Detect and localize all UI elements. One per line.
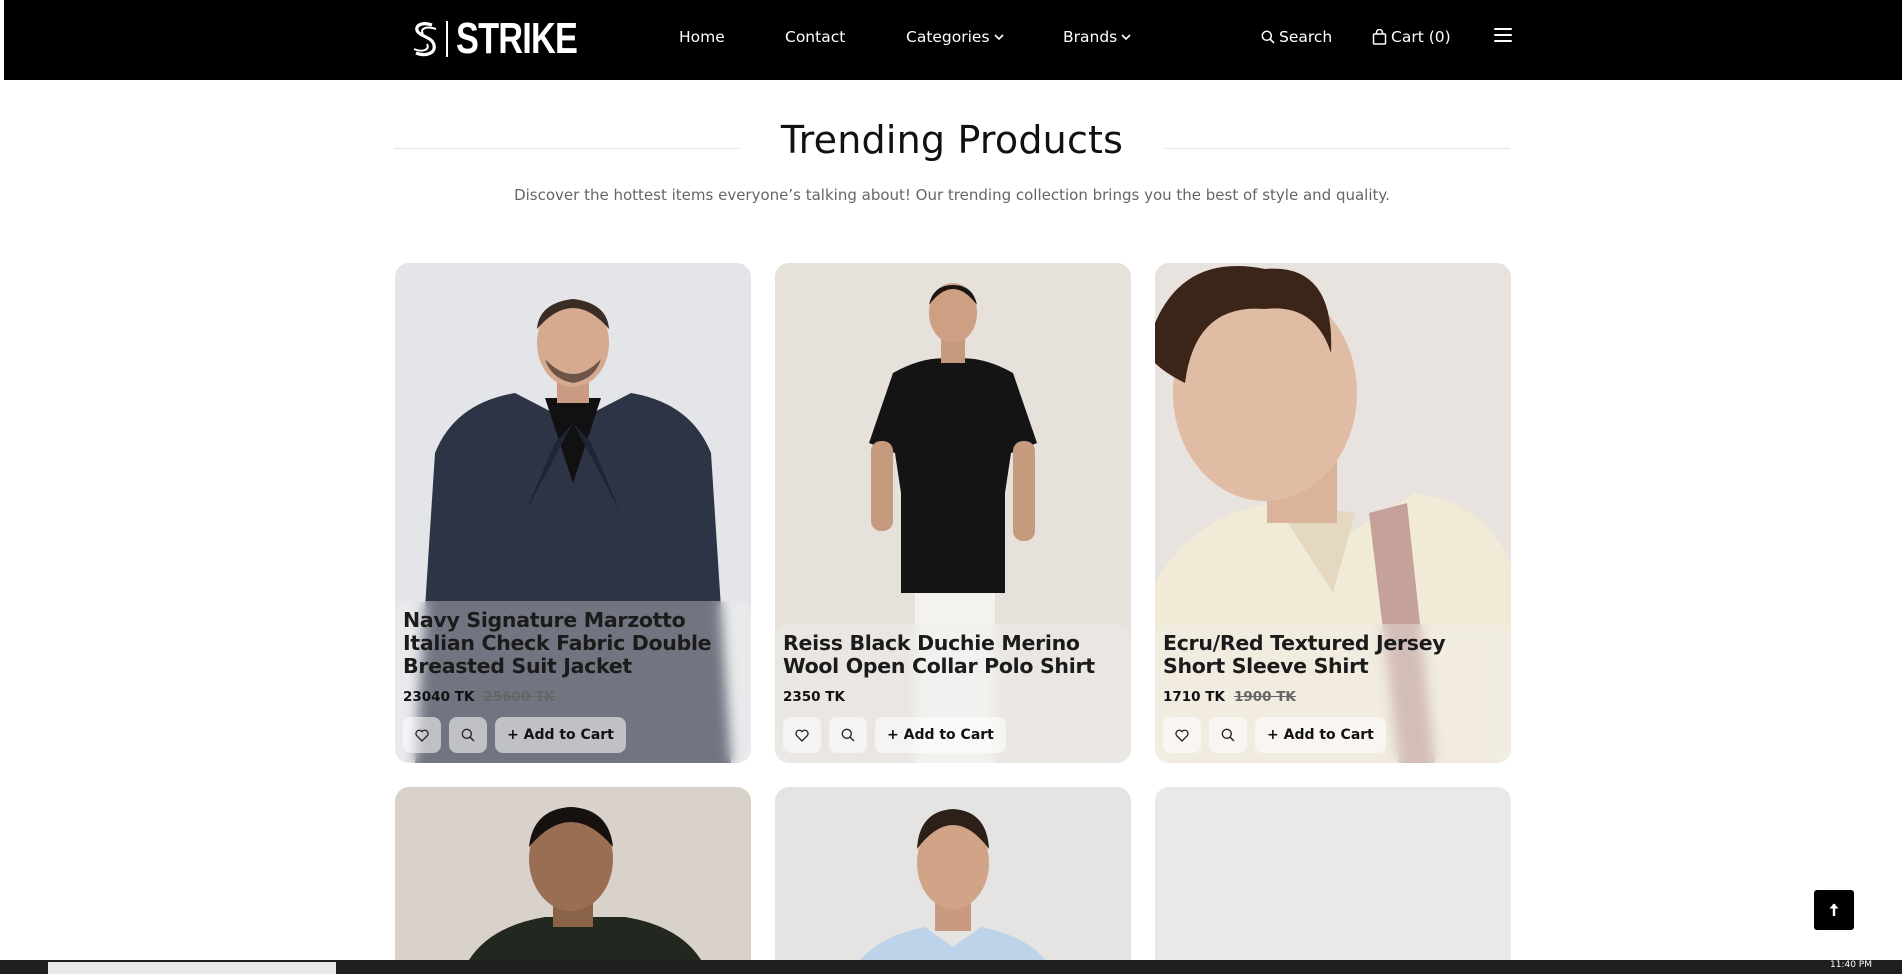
search-button[interactable]: Search [1261,28,1332,46]
menu-icon[interactable] [1494,27,1512,43]
product-card[interactable]: Ecru/Red Textured Jersey Short Sleeve Sh… [1155,263,1511,763]
arrow-up-icon [1829,903,1839,916]
product-price: 23040 TK [403,689,475,705]
product-info: Ecru/Red Textured Jersey Short Sleeve Sh… [1155,624,1511,763]
section-title: Trending Products [780,118,1124,162]
scroll-to-top-button[interactable] [1814,890,1854,930]
search-icon [1221,728,1235,742]
nav-brands-dropdown[interactable]: Brands [1063,28,1131,46]
product-actions: + Add to Cart [1163,717,1503,753]
section-subtitle: Discover the hottest items everyone’s ta… [514,186,1390,204]
product-card[interactable] [395,787,751,960]
product-price-row: 1710 TK 1900 TK [1163,689,1503,705]
product-info: Reiss Black Duchie Merino Wool Open Coll… [775,624,1131,763]
product-actions: + Add to Cart [783,717,1123,753]
search-icon [841,728,855,742]
product-card[interactable] [1155,787,1511,960]
product-image [775,787,1131,960]
product-name[interactable]: Ecru/Red Textured Jersey Short Sleeve Sh… [1163,632,1503,678]
product-old-price: 1900 TK [1233,689,1296,705]
product-card[interactable]: Navy Signature Marzotto Italian Check Fa… [395,263,751,763]
shopping-bag-icon [1372,29,1387,45]
wishlist-button[interactable] [1163,717,1201,753]
product-image [395,787,751,960]
page-frame: STRIKE Home Contact Categories Brands Se… [4,0,1902,960]
logo-divider [446,21,448,57]
product-info: Navy Signature Marzotto Italian Check Fa… [395,601,751,763]
product-name[interactable]: Reiss Black Duchie Merino Wool Open Coll… [783,632,1123,678]
cart-button[interactable]: Cart (0) [1372,28,1451,46]
heart-icon [795,729,809,742]
nav-brands-label: Brands [1063,28,1118,46]
logo-mark-icon [413,22,437,57]
product-price-row: 23040 TK 25600 TK [403,689,743,705]
add-to-cart-button[interactable]: + Add to Cart [875,717,1006,753]
brand-name: STRIKE [456,14,578,63]
navbar: STRIKE Home Contact Categories Brands Se… [4,0,1902,80]
heart-icon [1175,729,1189,742]
product-image [1155,787,1511,960]
wishlist-button[interactable] [403,717,441,753]
product-price-row: 2350 TK [783,689,1123,705]
product-card[interactable]: Reiss Black Duchie Merino Wool Open Coll… [775,263,1131,763]
cart-label: Cart (0) [1391,28,1451,46]
product-card[interactable] [775,787,1131,960]
nav-categories-label: Categories [906,28,990,46]
product-price: 1710 TK [1163,689,1225,705]
quick-view-button[interactable] [1209,717,1247,753]
product-price: 2350 TK [783,689,845,705]
os-taskbar: 11:40 PM [0,960,1902,974]
wishlist-button[interactable] [783,717,821,753]
quick-view-button[interactable] [829,717,867,753]
heart-icon [415,729,429,742]
section-heading: Trending Products [394,118,1510,174]
taskbar-search-box[interactable] [48,962,336,974]
product-actions: + Add to Cart [403,717,743,753]
nav-categories-dropdown[interactable]: Categories [906,28,1004,46]
search-icon [1261,30,1275,44]
product-name[interactable]: Navy Signature Marzotto Italian Check Fa… [403,609,743,678]
search-label: Search [1279,28,1333,46]
product-old-price: 25600 TK [483,689,555,705]
taskbar-clock: 11:40 PM [1830,960,1872,970]
quick-view-button[interactable] [449,717,487,753]
add-to-cart-button[interactable]: + Add to Cart [495,717,626,753]
brand-logo[interactable]: STRIKE [410,14,611,63]
search-icon [461,728,475,742]
chevron-down-icon [1121,34,1131,41]
nav-home-link[interactable]: Home [679,28,725,46]
chevron-down-icon [993,34,1004,41]
add-to-cart-button[interactable]: + Add to Cart [1255,717,1386,753]
nav-contact-link[interactable]: Contact [785,28,845,46]
